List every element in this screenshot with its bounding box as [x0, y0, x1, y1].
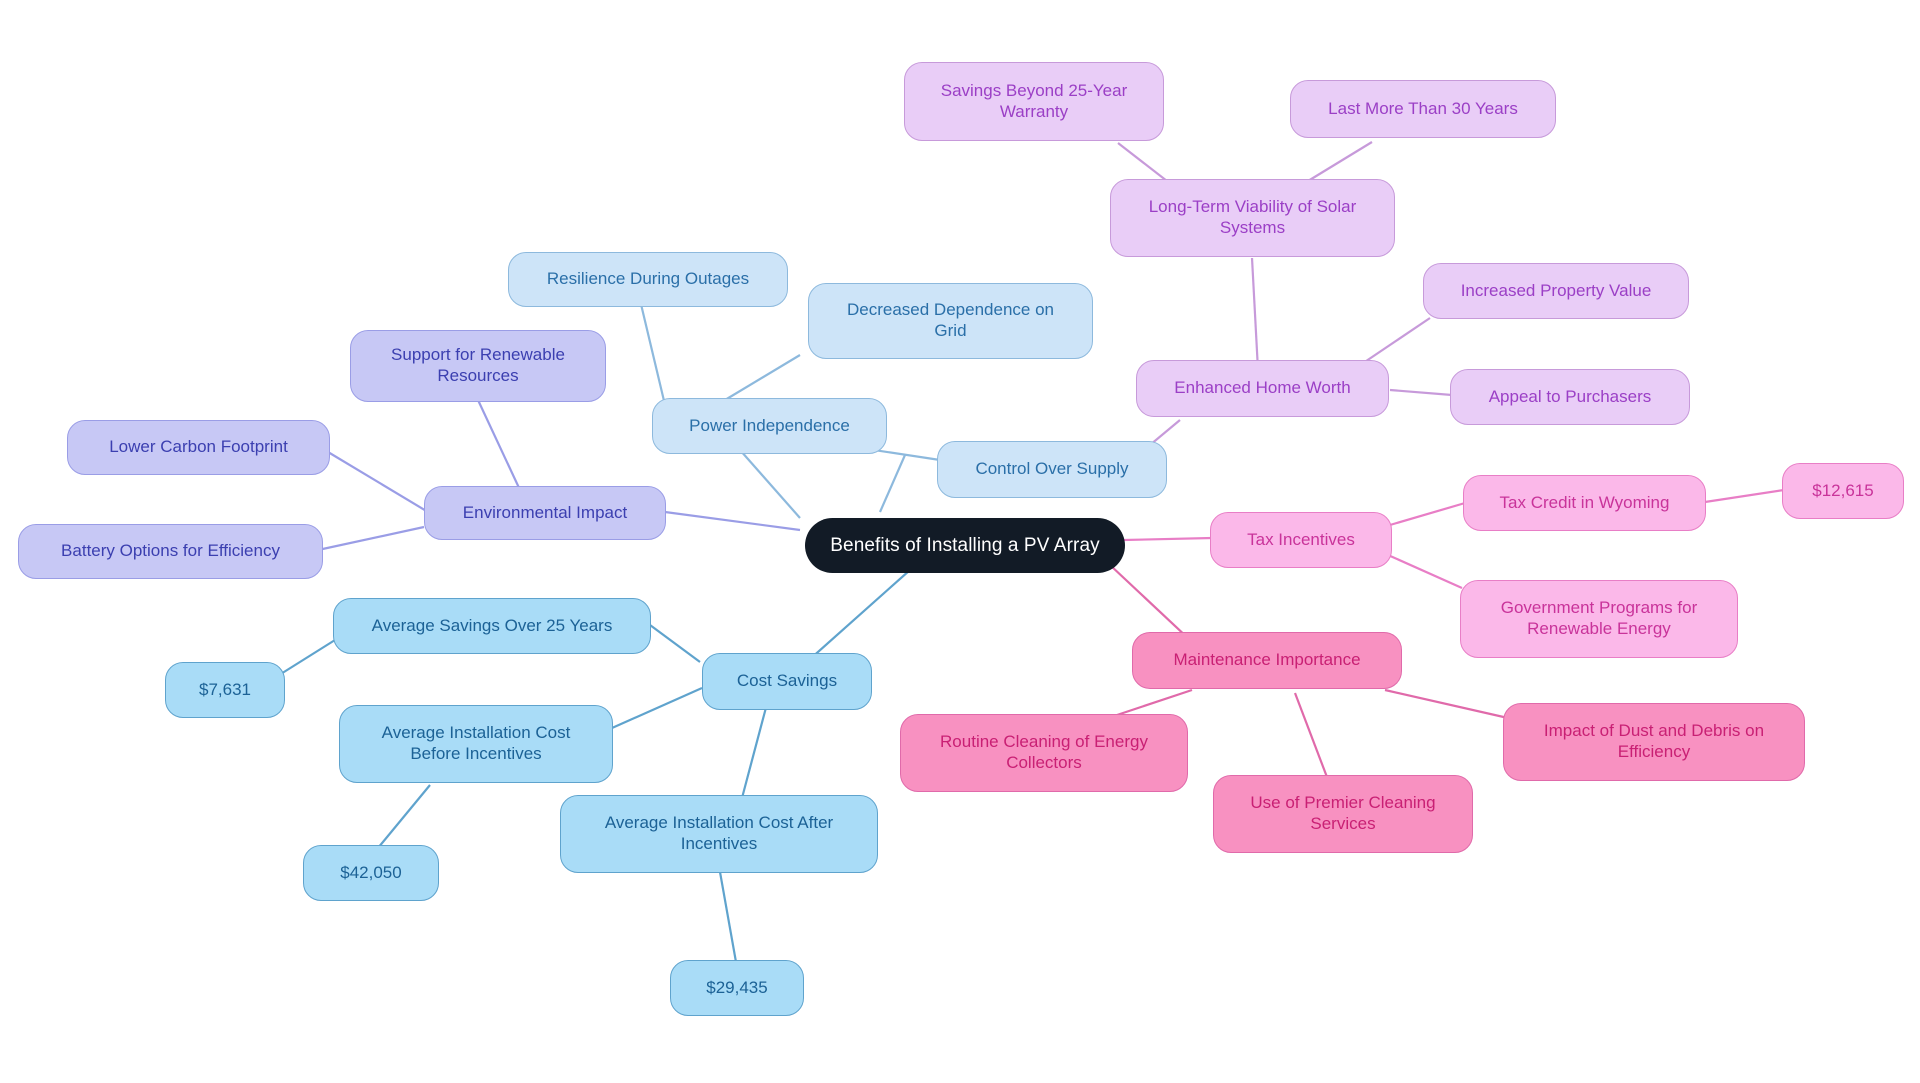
- node-savings-beyond-warranty[interactable]: Savings Beyond 25-Year Warranty: [904, 62, 1164, 141]
- edge-root-tax-incentives: [1123, 536, 1213, 542]
- node-tax-credit-amount[interactable]: $12,615: [1782, 463, 1904, 519]
- edge-cost-avg-savings: [649, 624, 701, 663]
- edge-maint-dust-debris: [1384, 688, 1509, 720]
- node-government-programs[interactable]: Government Programs for Renewable Energy: [1460, 580, 1738, 658]
- node-last-more-than-30[interactable]: Last More Than 30 Years: [1290, 80, 1556, 138]
- edge-cost-install-before: [611, 686, 703, 730]
- edge-tax-wyoming: [1389, 501, 1466, 527]
- node-avg-install-before-amount[interactable]: $42,050: [303, 845, 439, 901]
- node-power-independence[interactable]: Power Independence: [652, 398, 887, 454]
- node-root[interactable]: Benefits of Installing a PV Array: [805, 518, 1125, 573]
- node-dust-debris-impact[interactable]: Impact of Dust and Debris on Efficiency: [1503, 703, 1805, 781]
- node-maintenance-importance[interactable]: Maintenance Importance: [1132, 632, 1402, 689]
- edge-enhanced-appeal: [1389, 388, 1453, 397]
- node-enhanced-home-worth[interactable]: Enhanced Home Worth: [1136, 360, 1389, 417]
- edge-power-decreased-dep: [724, 354, 801, 401]
- edge-install-after-amount: [718, 871, 738, 963]
- edge-root-environmental: [664, 510, 801, 532]
- node-appeal-to-purchasers[interactable]: Appeal to Purchasers: [1450, 369, 1690, 425]
- node-support-renewable-resources[interactable]: Support for Renewable Resources: [350, 330, 606, 402]
- edge-env-lower-carbon: [327, 451, 429, 513]
- node-avg-install-after[interactable]: Average Installation Cost After Incentiv…: [560, 795, 878, 873]
- node-battery-options[interactable]: Battery Options for Efficiency: [18, 524, 323, 579]
- node-routine-cleaning[interactable]: Routine Cleaning of Energy Collectors: [900, 714, 1188, 792]
- node-tax-credit-wyoming[interactable]: Tax Credit in Wyoming: [1463, 475, 1706, 531]
- edge-wyoming-amount: [1704, 488, 1785, 504]
- node-long-term-viability[interactable]: Long-Term Viability of Solar Systems: [1110, 179, 1395, 257]
- edge-viability-enhanced-worth: [1250, 257, 1260, 371]
- edge-root-control-supply: [878, 454, 907, 513]
- edge-env-support-renewable: [477, 399, 521, 491]
- node-decreased-dependence-grid[interactable]: Decreased Dependence on Grid: [808, 283, 1093, 359]
- node-cost-savings[interactable]: Cost Savings: [702, 653, 872, 710]
- node-avg-savings-25-years[interactable]: Average Savings Over 25 Years: [333, 598, 651, 654]
- mindmap-canvas: Benefits of Installing a PV Array Enviro…: [0, 0, 1920, 1083]
- edge-cost-install-after: [740, 699, 770, 799]
- node-environmental-impact[interactable]: Environmental Impact: [424, 486, 666, 540]
- edge-maint-premier-services: [1293, 692, 1332, 786]
- node-resilience-outages[interactable]: Resilience During Outages: [508, 252, 788, 307]
- node-avg-install-after-amount[interactable]: $29,435: [670, 960, 804, 1016]
- node-control-over-supply[interactable]: Control Over Supply: [937, 441, 1167, 498]
- node-tax-incentives[interactable]: Tax Incentives: [1210, 512, 1392, 568]
- node-avg-savings-amount[interactable]: $7,631: [165, 662, 285, 718]
- node-premier-cleaning-services[interactable]: Use of Premier Cleaning Services: [1213, 775, 1473, 853]
- edge-power-resilience: [638, 299, 667, 406]
- edge-env-battery-options: [317, 525, 425, 552]
- edge-root-maintenance: [1109, 564, 1191, 641]
- edge-power-root: [739, 449, 801, 519]
- edge-install-before-amount: [377, 784, 431, 849]
- node-avg-install-before[interactable]: Average Installation Cost Before Incenti…: [339, 705, 613, 783]
- node-increased-property-value[interactable]: Increased Property Value: [1423, 263, 1689, 319]
- edge-tax-government-programs: [1387, 553, 1463, 590]
- node-lower-carbon-footprint[interactable]: Lower Carbon Footprint: [67, 420, 330, 475]
